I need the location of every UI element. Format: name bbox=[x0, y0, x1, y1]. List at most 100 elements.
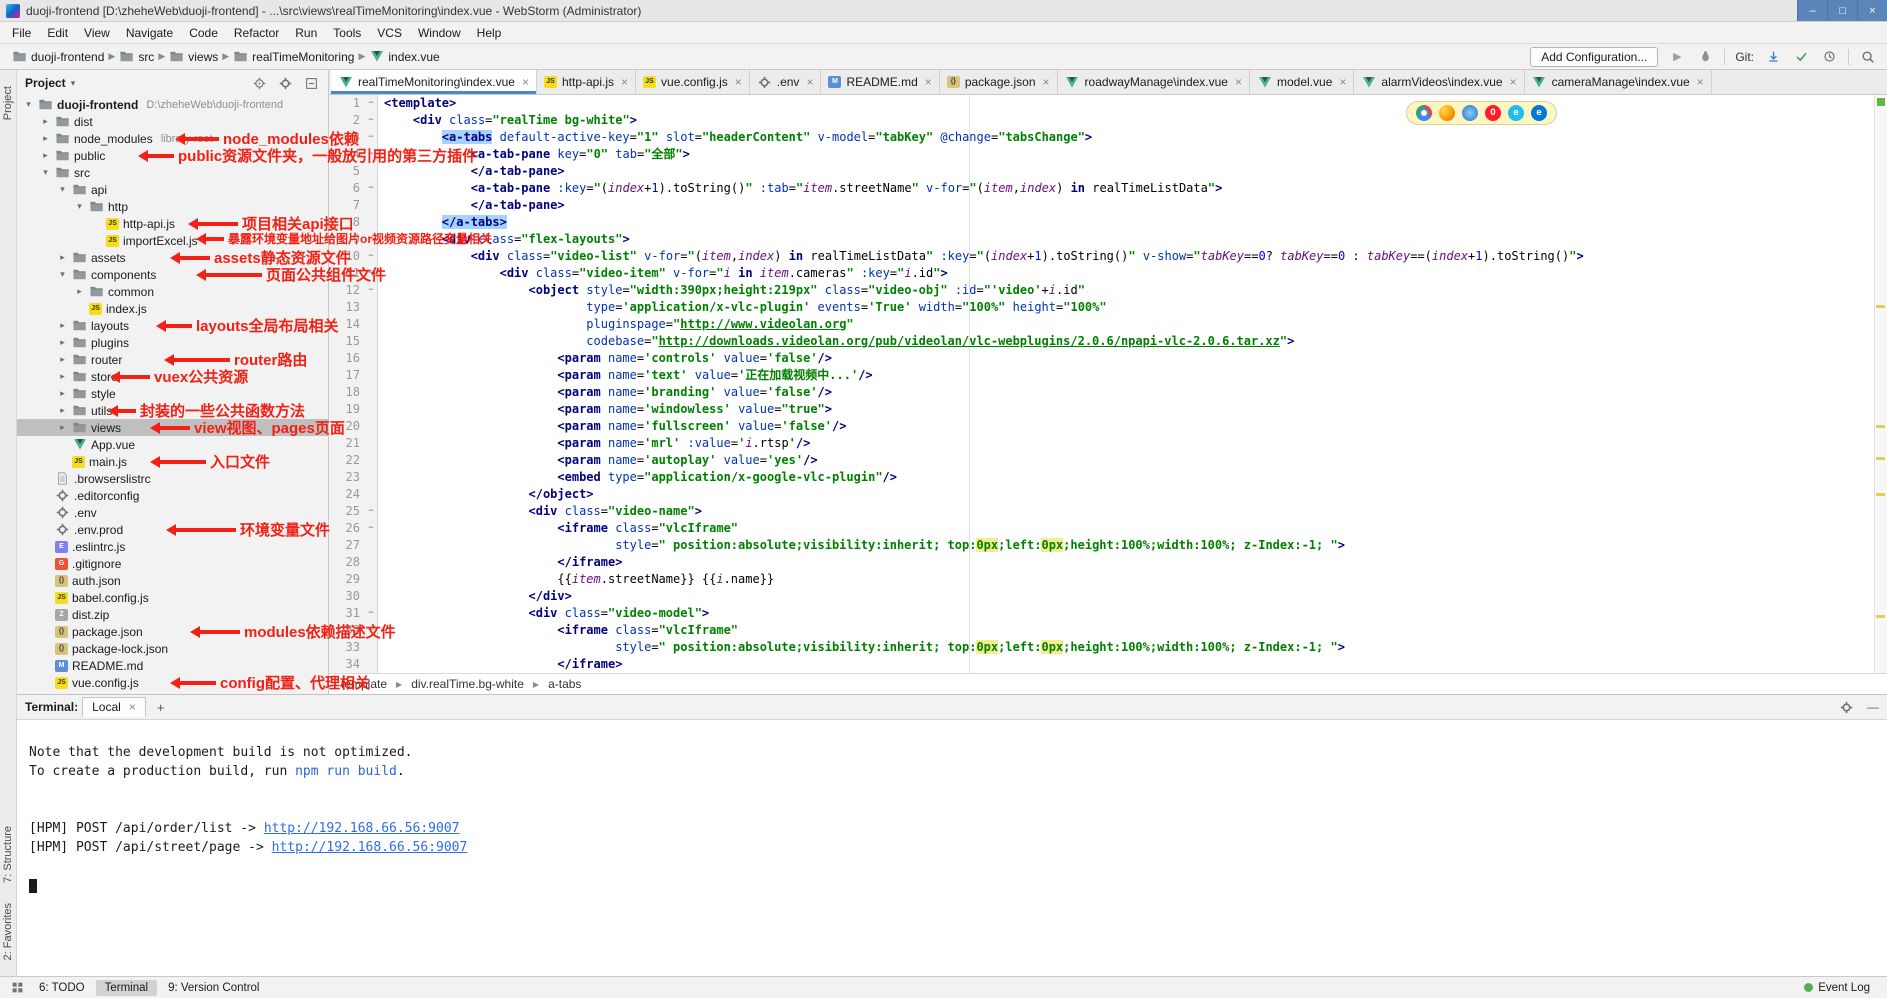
chevron-down-icon[interactable]: ▾ bbox=[57, 184, 68, 195]
chevron-right-icon[interactable]: ▸ bbox=[40, 150, 51, 161]
tree-item-.editorconfig[interactable]: .editorconfig bbox=[17, 487, 328, 504]
chrome-browser-icon[interactable] bbox=[1416, 105, 1432, 121]
tree-item-babel.config.js[interactable]: JSbabel.config.js bbox=[17, 589, 328, 606]
fold-marker[interactable]: − bbox=[365, 112, 378, 129]
editor-tab[interactable]: .env× bbox=[750, 70, 822, 94]
safari-browser-icon[interactable] bbox=[1462, 105, 1478, 121]
ie-browser-icon[interactable]: e bbox=[1508, 105, 1524, 121]
editor-tab[interactable]: realTimeMonitoring\index.vue× bbox=[331, 70, 537, 94]
chevron-down-icon[interactable]: ▾ bbox=[23, 99, 34, 110]
menu-code[interactable]: Code bbox=[181, 24, 226, 42]
tree-item-components[interactable]: ▾components bbox=[17, 266, 328, 283]
editor-tab[interactable]: alarmVideos\index.vue× bbox=[1354, 70, 1524, 94]
menu-vcs[interactable]: VCS bbox=[369, 24, 410, 42]
tree-item-importExcel.js[interactable]: JSimportExcel.js bbox=[17, 232, 328, 249]
tree-item-dist[interactable]: ▸dist bbox=[17, 113, 328, 130]
tree-item-.env.prod[interactable]: .env.prod bbox=[17, 521, 328, 538]
tree-item-layouts[interactable]: ▸layouts bbox=[17, 317, 328, 334]
menu-refactor[interactable]: Refactor bbox=[226, 24, 287, 42]
tool-window-toggle-icon[interactable] bbox=[8, 979, 26, 997]
tree-item-node_modules[interactable]: ▸node_moduleslibrary root bbox=[17, 130, 328, 147]
tree-item-.gitignore[interactable]: G.gitignore bbox=[17, 555, 328, 572]
close-icon[interactable]: × bbox=[735, 75, 742, 89]
tree-item-package.json[interactable]: {}package.json bbox=[17, 623, 328, 640]
terminal-link[interactable]: http://192.168.66.56:9007 bbox=[264, 821, 460, 836]
tree-item-http-api.js[interactable]: JShttp-api.js bbox=[17, 215, 328, 232]
code-editor[interactable]: 1−<template>2− <div class="realTime bg-w… bbox=[329, 95, 1887, 673]
history-icon[interactable] bbox=[1820, 48, 1838, 66]
maximize-button[interactable]: □ bbox=[1827, 0, 1857, 21]
fold-marker[interactable]: − bbox=[365, 95, 378, 112]
fold-marker[interactable]: − bbox=[365, 503, 378, 520]
tree-item-views[interactable]: ▸views bbox=[17, 419, 328, 436]
editor-tab[interactable]: model.vue× bbox=[1250, 70, 1354, 94]
close-icon[interactable]: × bbox=[1043, 75, 1050, 89]
status-terminal-widget[interactable]: Terminal bbox=[96, 980, 157, 996]
chevron-right-icon[interactable]: ▸ bbox=[57, 252, 68, 263]
gear-icon[interactable] bbox=[1837, 698, 1855, 716]
tree-item-store[interactable]: ▸store bbox=[17, 368, 328, 385]
tree-item-README.md[interactable]: MREADME.md bbox=[17, 657, 328, 674]
terminal-output[interactable]: Note that the development build is not o… bbox=[17, 719, 1887, 976]
editor-breadcrumb-item[interactable]: div.realTime.bg-white bbox=[411, 677, 524, 691]
chevron-right-icon[interactable]: ▸ bbox=[57, 320, 68, 331]
firefox-browser-icon[interactable] bbox=[1439, 105, 1455, 121]
fold-marker[interactable]: − bbox=[365, 180, 378, 197]
terminal-link[interactable]: http://192.168.66.56:9007 bbox=[272, 840, 468, 855]
tree-item-index.js[interactable]: JSindex.js bbox=[17, 300, 328, 317]
fold-marker[interactable]: − bbox=[365, 520, 378, 537]
tree-item-App.vue[interactable]: App.vue bbox=[17, 436, 328, 453]
gear-icon[interactable] bbox=[276, 74, 294, 92]
breadcrumb-item[interactable]: src bbox=[117, 49, 156, 65]
breadcrumb-item[interactable]: index.vue bbox=[367, 49, 441, 65]
chevron-down-icon[interactable]: ▾ bbox=[40, 167, 51, 178]
close-icon[interactable]: × bbox=[806, 75, 813, 89]
menu-file[interactable]: File bbox=[4, 24, 39, 42]
tree-item-router[interactable]: ▸router bbox=[17, 351, 328, 368]
editor-tab[interactable]: cameraManage\index.vue× bbox=[1525, 70, 1712, 94]
search-icon[interactable] bbox=[1859, 48, 1877, 66]
add-configuration-button[interactable]: Add Configuration... bbox=[1530, 47, 1658, 67]
run-icon[interactable]: ▶ bbox=[1668, 48, 1686, 66]
menu-edit[interactable]: Edit bbox=[39, 24, 76, 42]
fold-marker[interactable]: − bbox=[365, 129, 378, 146]
chevron-right-icon[interactable]: ▸ bbox=[40, 116, 51, 127]
editor-tab[interactable]: {}package.json× bbox=[940, 70, 1058, 94]
status-todo-widget[interactable]: 6: TODO bbox=[30, 980, 94, 996]
project-panel-title[interactable]: Project bbox=[25, 76, 66, 90]
close-icon[interactable]: × bbox=[1235, 75, 1242, 89]
tree-item-.eslintrc.js[interactable]: E.eslintrc.js bbox=[17, 538, 328, 555]
tree-item-.env[interactable]: .env bbox=[17, 504, 328, 521]
close-icon[interactable]: × bbox=[1697, 75, 1704, 89]
terminal-tab-local[interactable]: Local × bbox=[82, 697, 146, 717]
event-log-widget[interactable]: Event Log bbox=[1795, 980, 1879, 996]
locate-icon[interactable] bbox=[250, 74, 268, 92]
editor-tab[interactable]: JSvue.config.js× bbox=[636, 70, 750, 94]
tree-item-vue.config.js[interactable]: JSvue.config.js bbox=[17, 674, 328, 691]
tree-item-assets[interactable]: ▸assets bbox=[17, 249, 328, 266]
tree-item-src[interactable]: ▾src bbox=[17, 164, 328, 181]
tree-item-package-lock.json[interactable]: {}package-lock.json bbox=[17, 640, 328, 657]
tree-item-dist.zip[interactable]: Zdist.zip bbox=[17, 606, 328, 623]
chevron-right-icon[interactable]: ▸ bbox=[74, 286, 85, 297]
chevron-right-icon[interactable]: ▸ bbox=[57, 388, 68, 399]
tree-item-duoji-frontend[interactable]: ▾duoji-frontendD:\zheheWeb\duoji-fronten… bbox=[17, 96, 328, 113]
editor-scrollbar[interactable] bbox=[1874, 95, 1887, 673]
chevron-down-icon[interactable]: ▾ bbox=[74, 201, 85, 212]
edge-browser-icon[interactable]: e bbox=[1531, 105, 1547, 121]
update-project-icon[interactable] bbox=[1764, 48, 1782, 66]
close-icon[interactable]: × bbox=[1510, 75, 1517, 89]
tree-item-auth.json[interactable]: {}auth.json bbox=[17, 572, 328, 589]
menu-run[interactable]: Run bbox=[287, 24, 325, 42]
chevron-right-icon[interactable]: ▸ bbox=[57, 422, 68, 433]
fold-marker[interactable]: − bbox=[365, 248, 378, 265]
editor-breadcrumb-item[interactable]: template bbox=[341, 677, 387, 691]
close-icon[interactable]: × bbox=[1339, 75, 1346, 89]
tree-item-api[interactable]: ▾api bbox=[17, 181, 328, 198]
tool-button-structure[interactable]: 7: Structure bbox=[2, 826, 14, 883]
menu-view[interactable]: View bbox=[76, 24, 118, 42]
fold-marker[interactable]: − bbox=[365, 282, 378, 299]
collapse-all-icon[interactable] bbox=[302, 74, 320, 92]
close-icon[interactable]: × bbox=[129, 700, 136, 714]
chevron-right-icon[interactable]: ▸ bbox=[57, 354, 68, 365]
